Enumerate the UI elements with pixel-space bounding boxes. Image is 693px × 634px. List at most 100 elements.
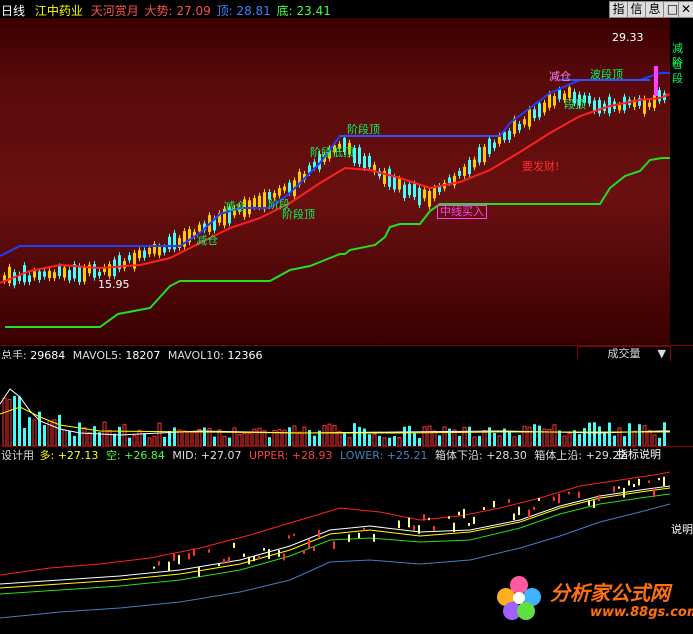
volume-bar bbox=[58, 414, 61, 446]
volume-bar bbox=[332, 425, 337, 447]
volume-bar bbox=[647, 430, 652, 447]
indicator-marker bbox=[588, 499, 590, 506]
volume-bar bbox=[628, 423, 631, 446]
volume-bar bbox=[18, 396, 21, 446]
volume-bar bbox=[382, 437, 387, 447]
candle-body bbox=[413, 183, 416, 198]
indicator-marker bbox=[633, 483, 635, 488]
volume-bar bbox=[232, 427, 237, 447]
period-label[interactable]: 日线 bbox=[1, 4, 25, 18]
close-icon[interactable]: ✕ bbox=[678, 1, 693, 18]
candle-body bbox=[198, 224, 201, 232]
indicator-marker bbox=[558, 493, 560, 504]
candle-body bbox=[473, 159, 476, 168]
volume-bar bbox=[468, 426, 471, 446]
candle-body bbox=[643, 98, 646, 114]
indicator-marker bbox=[208, 549, 210, 553]
candle-body bbox=[13, 272, 16, 286]
volume-bar bbox=[73, 435, 76, 446]
indicator-marker bbox=[593, 500, 595, 508]
price-chart-panel[interactable]: 29.33 15.95 减仓 减仓 阶段 阶段顶 阶段顶 阶段低顶 减仓 波段顶… bbox=[0, 18, 683, 344]
candle-body bbox=[418, 187, 421, 206]
volume-bar bbox=[623, 436, 626, 446]
volume-bar bbox=[552, 424, 557, 447]
volume-bar bbox=[343, 432, 346, 446]
candle-body bbox=[478, 147, 481, 163]
indicator-marker bbox=[553, 496, 555, 501]
volume-bar bbox=[302, 426, 307, 447]
volume-bar bbox=[603, 432, 606, 446]
xi-button[interactable]: 息 bbox=[645, 1, 664, 18]
volume-bar bbox=[632, 430, 637, 447]
volume-bar bbox=[558, 430, 561, 446]
volume-bar bbox=[533, 424, 536, 446]
indicator-marker bbox=[413, 525, 415, 531]
indicator-marker bbox=[288, 535, 290, 539]
volume-bar bbox=[442, 426, 447, 447]
volume-bar bbox=[93, 426, 96, 446]
volume-bar bbox=[497, 435, 502, 447]
candle-body bbox=[588, 95, 591, 104]
volume-bar bbox=[512, 436, 517, 447]
volume-bar bbox=[237, 434, 242, 447]
volume-bar bbox=[203, 427, 206, 446]
trend-value: 大势: 27.09 bbox=[144, 4, 211, 18]
indicator-marker bbox=[228, 556, 230, 562]
candle-body bbox=[368, 155, 371, 168]
indicator-marker bbox=[433, 525, 435, 531]
volume-panel[interactable] bbox=[0, 359, 670, 447]
volume-bar bbox=[378, 435, 381, 446]
indicator-marker bbox=[308, 538, 310, 549]
volume-bar bbox=[118, 426, 121, 446]
annotation-yaofacai: 要发财! bbox=[522, 160, 560, 173]
indicator-marker bbox=[398, 520, 400, 529]
volume-bar bbox=[522, 425, 527, 447]
indicator-marker bbox=[458, 511, 460, 516]
volume-chart bbox=[0, 388, 670, 447]
indicator-marker bbox=[533, 506, 535, 510]
volume-bar bbox=[482, 429, 487, 447]
support-line bbox=[5, 157, 670, 328]
volume-bar bbox=[418, 437, 421, 446]
indicator-marker bbox=[578, 491, 580, 498]
indicator-marker bbox=[283, 553, 285, 561]
annotation-jiancang-3: 减仓 bbox=[549, 70, 571, 83]
indicator-marker bbox=[258, 555, 260, 560]
indicator-marker bbox=[623, 487, 625, 498]
watermark-brand: 分析家公式网 bbox=[550, 581, 670, 605]
indicator-markers bbox=[153, 476, 665, 577]
candle-body bbox=[448, 177, 451, 183]
volume-bar bbox=[122, 424, 127, 447]
indicator-marker bbox=[423, 514, 425, 521]
indicator-marker bbox=[513, 513, 515, 521]
volume-bar bbox=[358, 426, 361, 446]
candle-body bbox=[648, 102, 651, 107]
mid-line-white bbox=[0, 485, 671, 585]
candle-body bbox=[258, 195, 261, 208]
indicator-marker bbox=[408, 517, 410, 528]
indicator-marker bbox=[198, 567, 200, 577]
volume-bar bbox=[157, 422, 162, 447]
mavol5-line bbox=[0, 388, 670, 436]
candle-body bbox=[98, 271, 101, 276]
volume-bar bbox=[353, 423, 356, 446]
candle-body bbox=[88, 264, 91, 274]
volume-bar bbox=[337, 431, 342, 447]
indicator-marker bbox=[363, 527, 365, 531]
candle-body bbox=[553, 95, 556, 106]
price-chart bbox=[0, 66, 671, 328]
candle-body bbox=[433, 187, 436, 199]
candle-body bbox=[138, 250, 141, 259]
indicator-marker bbox=[638, 478, 640, 486]
indicator-marker bbox=[193, 548, 195, 556]
candle-body bbox=[398, 178, 401, 190]
brand-logo-icon bbox=[494, 573, 544, 623]
volume-bar bbox=[247, 433, 252, 447]
volume-bar bbox=[147, 437, 152, 447]
indicator-marker bbox=[243, 553, 245, 557]
xin-button[interactable]: 信 bbox=[627, 1, 646, 18]
zhi-button[interactable]: 指 bbox=[609, 1, 628, 18]
candle-body bbox=[93, 264, 96, 278]
candle-body bbox=[468, 159, 471, 175]
volume-bar bbox=[292, 425, 297, 447]
